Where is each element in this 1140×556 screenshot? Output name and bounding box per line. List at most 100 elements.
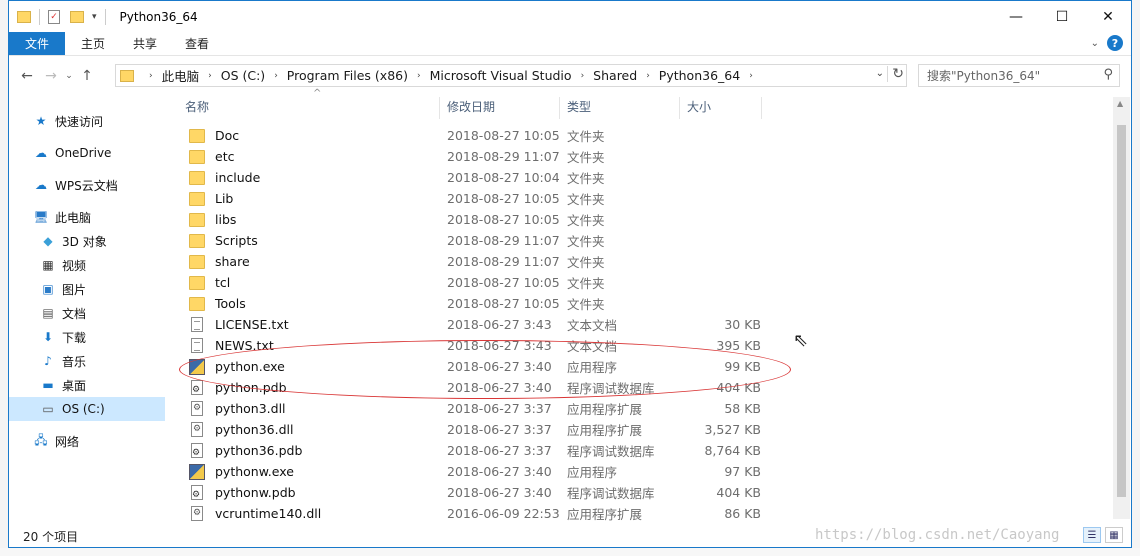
- breadcrumb-shared[interactable]: Shared ›: [593, 68, 659, 83]
- details-view-icon[interactable]: ☰: [1083, 527, 1101, 543]
- sidebar-item-desktop[interactable]: ▬ 桌面: [9, 373, 165, 397]
- column-header-name[interactable]: 名称: [185, 91, 209, 121]
- table-row[interactable]: Tools 2018-08-27 10:05 文件夹: [177, 293, 777, 314]
- file-name: python3.dll: [215, 401, 286, 416]
- breadcrumb-os-c[interactable]: OS (C:) ›: [221, 68, 287, 83]
- sidebar-item-videos[interactable]: ▦ 视频: [9, 253, 165, 277]
- tab-share[interactable]: 共享: [119, 32, 171, 55]
- file-name-cell[interactable]: python.exe: [189, 358, 285, 375]
- up-icon[interactable]: ↑: [75, 64, 99, 88]
- new-folder-icon[interactable]: [70, 10, 84, 23]
- table-row[interactable]: Doc 2018-08-27 10:05 文件夹: [177, 125, 777, 146]
- close-button[interactable]: ✕: [1085, 1, 1131, 32]
- search-input[interactable]: 搜索"Python36_64" ⚲: [918, 64, 1120, 87]
- sidebar-item-3d-objects[interactable]: ◆ 3D 对象: [9, 229, 165, 253]
- table-row[interactable]: python3.dll 2018-06-27 3:37 应用程序扩展 58 KB: [177, 398, 777, 419]
- breadcrumb-this-pc[interactable]: 此电脑 ›: [162, 66, 221, 85]
- file-name-cell[interactable]: pythonw.exe: [189, 463, 294, 480]
- address-dropdown-icon[interactable]: ⌄: [876, 68, 884, 79]
- table-row[interactable]: include 2018-08-27 10:04 文件夹: [177, 167, 777, 188]
- sidebar-item-network[interactable]: 🖧 网络: [9, 429, 165, 453]
- customize-qat-icon[interactable]: ▾: [92, 12, 97, 22]
- file-name-cell[interactable]: share: [189, 254, 250, 269]
- table-row[interactable]: python.pdb 2018-06-27 3:40 程序调试数据库 404 KB: [177, 377, 777, 398]
- sidebar-item-pictures[interactable]: ▣ 图片: [9, 277, 165, 301]
- file-name-cell[interactable]: vcruntime140.dll: [189, 506, 321, 521]
- properties-icon[interactable]: ✓: [48, 9, 60, 24]
- address-bar[interactable]: › 此电脑 › OS (C:) › Program Files (x86) › Mic…: [115, 64, 907, 87]
- table-row[interactable]: LICENSE.txt 2018-06-27 3:43 文本文档 30 KB: [177, 314, 777, 335]
- sidebar-item-downloads[interactable]: ⬇ 下载: [9, 325, 165, 349]
- file-size: 395 KB: [716, 338, 761, 353]
- column-header-type[interactable]: 类型: [567, 91, 591, 121]
- column-divider[interactable]: [761, 97, 762, 119]
- sidebar-item-quick-access[interactable]: ★ 快速访问: [9, 109, 165, 133]
- file-name-cell[interactable]: include: [189, 170, 260, 185]
- vertical-scrollbar[interactable]: ▲: [1113, 97, 1130, 519]
- large-icons-view-icon[interactable]: ▦: [1105, 527, 1123, 543]
- file-name-cell[interactable]: libs: [189, 212, 236, 227]
- tab-home[interactable]: 主页: [65, 32, 119, 55]
- file-date: 2018-06-27 3:40: [447, 380, 552, 395]
- scrollbar-thumb[interactable]: [1117, 125, 1126, 497]
- table-row[interactable]: Lib 2018-08-27 10:05 文件夹: [177, 188, 777, 209]
- column-header-date[interactable]: 修改日期: [447, 91, 495, 121]
- folder-icon: [189, 255, 205, 269]
- minimize-button[interactable]: —: [993, 1, 1039, 32]
- scroll-up-icon[interactable]: ▲: [1117, 99, 1123, 108]
- column-header-size[interactable]: 大小: [687, 91, 711, 121]
- file-name-cell[interactable]: python3.dll: [189, 401, 286, 416]
- title-bar: ✓ ▾ Python36_64 — ☐ ✕: [9, 1, 1131, 32]
- help-icon[interactable]: ?: [1107, 35, 1123, 51]
- file-date: 2018-06-27 3:40: [447, 485, 552, 500]
- table-row[interactable]: share 2018-08-29 11:07 文件夹: [177, 251, 777, 272]
- breadcrumb-visual-studio[interactable]: Microsoft Visual Studio ›: [430, 68, 594, 83]
- table-row[interactable]: vcruntime140.dll 2016-06-09 22:53 应用程序扩展 86…: [177, 503, 777, 524]
- table-row[interactable]: Scripts 2018-08-29 11:07 文件夹: [177, 230, 777, 251]
- file-name-cell[interactable]: Tools: [189, 296, 246, 311]
- forward-icon[interactable]: →: [39, 64, 63, 88]
- table-row[interactable]: python.exe 2018-06-27 3:40 应用程序 99 KB: [177, 356, 777, 377]
- sidebar-item-this-pc[interactable]: 🖥 此电脑: [9, 205, 165, 229]
- column-divider[interactable]: [559, 97, 560, 119]
- folder-icon: [189, 234, 205, 248]
- sidebar-item-wps-cloud[interactable]: ☁ WPS云文档: [9, 173, 165, 197]
- sidebar-item-onedrive[interactable]: ☁ OneDrive: [9, 141, 165, 165]
- sidebar-item-os-c[interactable]: ▭ OS (C:): [9, 397, 165, 421]
- breadcrumb-program-files[interactable]: Program Files (x86) ›: [287, 68, 430, 83]
- table-row[interactable]: libs 2018-08-27 10:05 文件夹: [177, 209, 777, 230]
- table-row[interactable]: python36.pdb 2018-06-27 3:37 程序调试数据库 8,764 …: [177, 440, 777, 461]
- table-row[interactable]: python36.dll 2018-06-27 3:37 应用程序扩展 3,527 K…: [177, 419, 777, 440]
- file-name-cell[interactable]: etc: [189, 149, 234, 164]
- tab-file[interactable]: 文件: [9, 32, 66, 55]
- file-name-cell[interactable]: tcl: [189, 275, 230, 290]
- file-name-cell[interactable]: NEWS.txt: [189, 338, 274, 353]
- refresh-icon[interactable]: ↻: [887, 66, 904, 82]
- table-row[interactable]: etc 2018-08-29 11:07 文件夹: [177, 146, 777, 167]
- table-row[interactable]: pythonw.pdb 2018-06-27 3:40 程序调试数据库 404 KB: [177, 482, 777, 503]
- file-name-cell[interactable]: LICENSE.txt: [189, 317, 289, 332]
- expand-ribbon-icon[interactable]: ⌄: [1091, 38, 1099, 49]
- table-row[interactable]: tcl 2018-08-27 10:05 文件夹: [177, 272, 777, 293]
- maximize-button[interactable]: ☐: [1039, 1, 1085, 32]
- table-row[interactable]: pythonw.exe 2018-06-27 3:40 应用程序 97 KB: [177, 461, 777, 482]
- file-name-cell[interactable]: python.pdb: [189, 380, 287, 395]
- file-name-cell[interactable]: pythonw.pdb: [189, 485, 296, 500]
- file-name-cell[interactable]: Doc: [189, 128, 239, 143]
- column-divider[interactable]: [679, 97, 680, 119]
- file-name-cell[interactable]: Lib: [189, 191, 233, 206]
- recent-locations-icon[interactable]: ⌄: [63, 64, 75, 88]
- breadcrumb-arrow[interactable]: ›: [140, 71, 162, 81]
- breadcrumb-python36-64[interactable]: Python36_64 ›: [659, 68, 762, 83]
- sidebar-item-documents[interactable]: ▤ 文档: [9, 301, 165, 325]
- sidebar-item-music[interactable]: ♪ 音乐: [9, 349, 165, 373]
- file-name: Scripts: [215, 233, 258, 248]
- back-icon[interactable]: ←: [15, 64, 39, 88]
- tab-view[interactable]: 查看: [171, 32, 223, 55]
- column-divider[interactable]: [439, 97, 440, 119]
- file-name-cell[interactable]: python36.pdb: [189, 443, 302, 458]
- table-row[interactable]: NEWS.txt 2018-06-27 3:43 文本文档 395 KB: [177, 335, 777, 356]
- file-date: 2018-08-27 10:05: [447, 128, 560, 143]
- file-name-cell[interactable]: python36.dll: [189, 422, 294, 437]
- file-name-cell[interactable]: Scripts: [189, 233, 258, 248]
